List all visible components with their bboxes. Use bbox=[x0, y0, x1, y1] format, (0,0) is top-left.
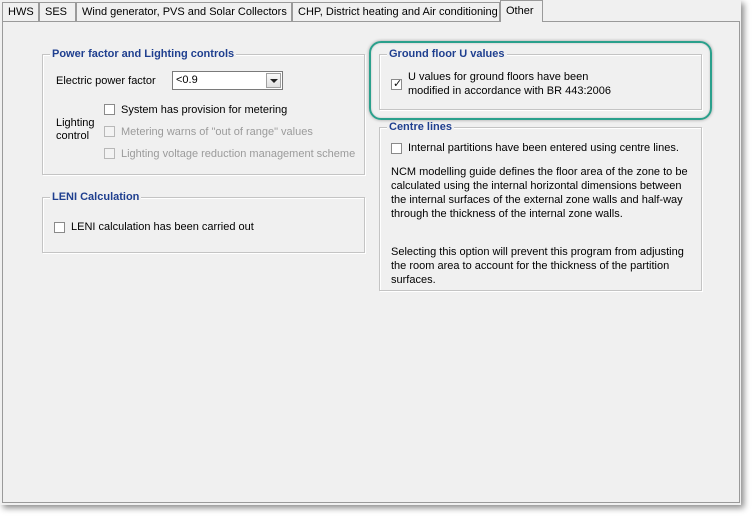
metering-warns-label: Metering warns of "out of range" values bbox=[121, 126, 313, 138]
ground-floor-group: Ground floor U values ✓ U values for gro… bbox=[379, 47, 702, 110]
power-factor-value: <0.9 bbox=[176, 74, 198, 86]
power-factor-select[interactable]: <0.9 bbox=[172, 71, 283, 90]
chevron-down-icon[interactable] bbox=[266, 73, 281, 88]
lighting-control-label-1: Lighting bbox=[56, 117, 95, 129]
centre-lines-checkbox[interactable] bbox=[391, 143, 402, 154]
ground-floor-group-title: Ground floor U values bbox=[387, 47, 507, 61]
metering-provision-label: System has provision for metering bbox=[121, 104, 288, 116]
checkmark-icon: ✓ bbox=[393, 78, 403, 90]
tab-wind-generator[interactable]: Wind generator, PVS and Solar Collectors bbox=[76, 2, 292, 21]
description-line: through the thickness of the internal zo… bbox=[391, 208, 623, 220]
centre-lines-description: NCM modelling guide defines the floor ar… bbox=[391, 165, 703, 221]
description-line: calculated using the internal horizontal… bbox=[391, 180, 682, 192]
warning-line: surfaces. bbox=[391, 274, 436, 286]
power-factor-label: Electric power factor bbox=[56, 75, 156, 87]
description-line: NCM modelling guide defines the floor ar… bbox=[391, 166, 688, 178]
leni-checkbox[interactable] bbox=[54, 222, 65, 233]
centre-lines-warning: Selecting this option will prevent this … bbox=[391, 245, 703, 287]
leni-group-title: LENI Calculation bbox=[50, 190, 142, 204]
ground-floor-checkbox[interactable]: ✓ bbox=[391, 78, 403, 90]
tab-hws[interactable]: HWS bbox=[2, 2, 39, 21]
leni-group: LENI Calculation LENI calculation has be… bbox=[42, 190, 365, 253]
description-line: the internal surfaces of the external zo… bbox=[391, 194, 683, 206]
dialog-window: HWS SES Wind generator, PVS and Solar Co… bbox=[0, 0, 741, 505]
power-factor-group: Power factor and Lighting controls Elect… bbox=[42, 47, 365, 175]
metering-provision-checkbox[interactable] bbox=[104, 104, 115, 115]
ground-floor-label-1: U values for ground floors have been bbox=[408, 71, 589, 83]
metering-warns-checkbox[interactable] bbox=[104, 126, 115, 137]
leni-label: LENI calculation has been carried out bbox=[71, 221, 254, 233]
warning-line: Selecting this option will prevent this … bbox=[391, 246, 684, 258]
voltage-reduction-checkbox[interactable] bbox=[104, 148, 115, 159]
tab-ses[interactable]: SES bbox=[39, 2, 76, 21]
tab-chp[interactable]: CHP, District heating and Air conditioni… bbox=[292, 2, 500, 21]
warning-line: the room area to account for the thickne… bbox=[391, 260, 670, 272]
tab-other[interactable]: Other bbox=[500, 0, 543, 22]
tab-strip: HWS SES Wind generator, PVS and Solar Co… bbox=[2, 0, 741, 22]
power-factor-group-title: Power factor and Lighting controls bbox=[50, 47, 237, 61]
ground-floor-label-2: modified in accordance with BR 443:2006 bbox=[408, 85, 612, 97]
centre-lines-group: Centre lines Internal partitions have be… bbox=[379, 120, 703, 291]
centre-lines-label: Internal partitions have been entered us… bbox=[408, 142, 679, 154]
centre-lines-group-title: Centre lines bbox=[387, 120, 454, 134]
voltage-reduction-label: Lighting voltage reduction management sc… bbox=[121, 148, 356, 160]
lighting-control-label-2: control bbox=[56, 130, 90, 142]
